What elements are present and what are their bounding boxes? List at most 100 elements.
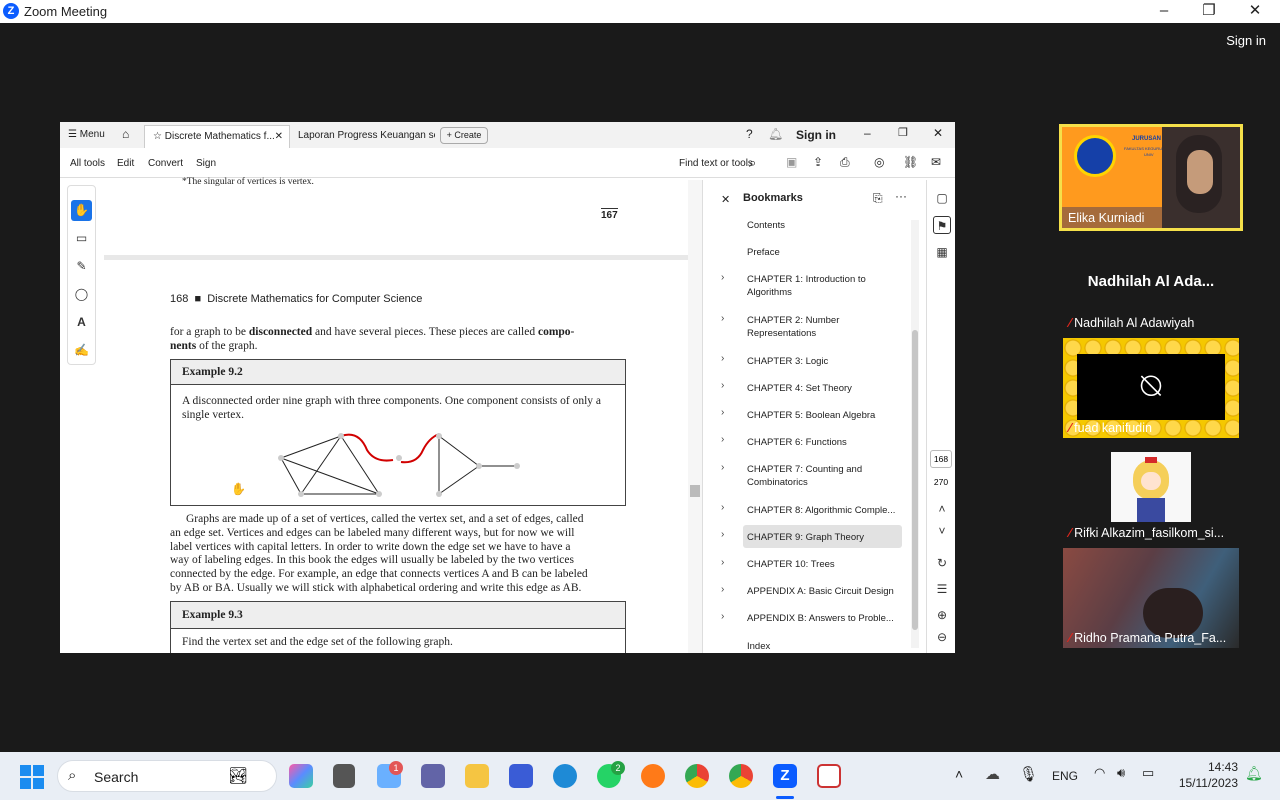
bookmark-preface[interactable]: Preface xyxy=(747,246,895,259)
battery-icon[interactable]: ▭ xyxy=(1142,765,1154,781)
print-icon[interactable]: ⎙ xyxy=(840,155,850,170)
upload-icon[interactable]: ⇪ xyxy=(813,155,823,169)
acrobat-minimize[interactable]: – xyxy=(864,126,871,140)
media-app-icon[interactable] xyxy=(509,764,533,788)
convert-button[interactable]: Convert xyxy=(148,158,183,169)
show-hidden-icons[interactable]: ˄ xyxy=(955,766,963,782)
create-button[interactable]: + Create xyxy=(440,127,488,144)
menu-button[interactable]: ☰ Menu xyxy=(68,129,105,140)
add-comment-icon[interactable]: ▭ xyxy=(71,228,92,249)
sign-pen-icon[interactable]: ✍ xyxy=(71,340,92,361)
edge-icon[interactable] xyxy=(553,764,577,788)
scroll-mode-icon[interactable]: ☰ xyxy=(933,580,951,598)
bookmark-appendix-a[interactable]: APPENDIX A: Basic Circuit Design xyxy=(747,585,895,598)
bookmark-contents[interactable]: Contents xyxy=(747,219,895,232)
refresh-icon[interactable]: ↻ xyxy=(933,554,951,572)
expand-chevron-icon[interactable]: › xyxy=(721,313,724,324)
acrobat-restore[interactable]: ❐ xyxy=(898,126,908,139)
notification-bell-icon[interactable]: 🔔︎ xyxy=(1245,765,1263,782)
bookmark-panel-icon[interactable]: ⚑ xyxy=(933,216,951,234)
windows-start-icon[interactable] xyxy=(20,765,44,789)
participant-tile-active-speaker[interactable]: JURUSAN PE FAKULTAS KEGURU UNIV Elika Ku… xyxy=(1059,124,1243,231)
document-scrollbar[interactable] xyxy=(688,180,702,653)
firefox-icon[interactable] xyxy=(641,764,665,788)
expand-chevron-icon[interactable]: › xyxy=(721,557,724,568)
close-button[interactable]: ✕ xyxy=(1232,0,1278,23)
volume-icon[interactable]: 🔊︎ xyxy=(1117,765,1125,781)
zoom-taskbar-icon[interactable]: Z xyxy=(773,764,797,788)
home-icon[interactable]: ⌂ xyxy=(122,127,129,141)
search-icon[interactable]: ⌕ xyxy=(749,155,756,171)
thumbnails-icon[interactable]: ▦ xyxy=(933,243,951,261)
page-down-icon[interactable]: ˅ xyxy=(933,522,951,540)
acrobat-close[interactable]: ✕ xyxy=(933,126,943,140)
zoom-out-icon[interactable]: ⊖ xyxy=(933,628,951,646)
all-tools-button[interactable]: All tools xyxy=(70,158,105,169)
acrobat-sign-in[interactable]: Sign in xyxy=(796,128,836,142)
expand-chevron-icon[interactable]: › xyxy=(721,502,724,513)
save-icon[interactable]: ▣ xyxy=(786,155,797,169)
participant-tile[interactable]: Nadhilah Al Ada... ⁄ Nadhilah Al Adawiyah xyxy=(1063,233,1239,333)
edit-button[interactable]: Edit xyxy=(117,158,134,169)
page-up-icon[interactable]: ˄ xyxy=(933,500,951,518)
expand-chevron-icon[interactable]: › xyxy=(721,611,724,622)
current-page-input[interactable]: 168 xyxy=(930,450,952,468)
teams-icon[interactable] xyxy=(421,764,445,788)
participant-tile[interactable]: ⁄ Rifki Alkazim_fasilkom_si... xyxy=(1063,443,1239,543)
draw-lasso-icon[interactable]: ◯ xyxy=(71,284,92,305)
bookmarks-scrollbar[interactable] xyxy=(911,220,919,648)
expand-chevron-icon[interactable]: › xyxy=(721,272,724,283)
bookmark-chapter-3[interactable]: CHAPTER 3: Logic xyxy=(747,355,895,368)
bookmark-chapter-4[interactable]: CHAPTER 4: Set Theory xyxy=(747,382,895,395)
text-select-icon[interactable]: A xyxy=(71,312,92,333)
taskbar-search[interactable]: ⌕ Search 🏞 xyxy=(57,760,277,792)
task-view-icon[interactable] xyxy=(333,764,355,788)
bookmark-chapter-6[interactable]: CHAPTER 6: Functions xyxy=(747,436,895,449)
language-indicator[interactable]: ENG xyxy=(1052,769,1078,783)
microphone-icon[interactable]: 🎙︎ xyxy=(1019,765,1038,783)
tab-laporan[interactable]: Laporan Progress Keuangan ses... xyxy=(290,125,435,148)
bookmark-chapter-10[interactable]: CHAPTER 10: Trees xyxy=(747,558,895,571)
maximize-button[interactable]: ❐ xyxy=(1186,0,1232,23)
help-icon[interactable]: ? xyxy=(746,127,753,141)
zoom-in-icon[interactable]: ⊕ xyxy=(933,606,951,624)
email-icon[interactable]: ✉ xyxy=(931,155,941,169)
hand-tool-icon[interactable]: ✋ xyxy=(71,200,92,221)
sign-button[interactable]: Sign xyxy=(196,158,216,169)
minimize-button[interactable]: – xyxy=(1141,0,1187,23)
expand-chevron-icon[interactable]: › xyxy=(721,353,724,364)
bookmark-chapter-7[interactable]: CHAPTER 7: Counting and Combinatorics xyxy=(747,463,895,489)
expand-chevron-icon[interactable]: › xyxy=(721,584,724,595)
bookmark-chapter-1[interactable]: CHAPTER 1: Introduction to Algorithms xyxy=(747,273,895,299)
link-icon[interactable]: ⛓ xyxy=(903,155,918,169)
expand-chevron-icon[interactable]: › xyxy=(721,434,724,445)
more-options-icon[interactable]: ··· xyxy=(895,189,907,203)
bookmark-appendix-b[interactable]: APPENDIX B: Answers to Proble... xyxy=(747,612,895,625)
expand-chevron-icon[interactable]: › xyxy=(721,407,724,418)
highlight-pen-icon[interactable]: ✎ xyxy=(71,256,92,277)
clock[interactable]: 14:43 15/11/2023 xyxy=(1172,760,1238,790)
add-bookmark-icon[interactable]: ⎘ xyxy=(873,191,883,206)
bookmark-chapter-2[interactable]: CHAPTER 2: Number Representations xyxy=(747,314,895,340)
copilot-icon[interactable] xyxy=(289,764,313,788)
snipping-tool-icon[interactable] xyxy=(817,764,841,788)
find-text-input[interactable]: Find text or tools xyxy=(679,158,753,169)
chrome-profile-icon[interactable] xyxy=(729,764,753,788)
wifi-icon[interactable]: ◠ xyxy=(1094,765,1105,781)
zoom-sign-in-link[interactable]: Sign in xyxy=(1226,33,1266,48)
onedrive-icon[interactable]: ☁ xyxy=(985,765,1000,783)
expand-chevron-icon[interactable]: › xyxy=(721,462,724,473)
ai-assistant-icon[interactable]: ◎ xyxy=(874,155,884,169)
bookmark-chapter-5[interactable]: CHAPTER 5: Boolean Algebra xyxy=(747,409,895,422)
expand-chevron-icon[interactable]: › xyxy=(721,529,724,540)
chrome-icon[interactable] xyxy=(685,764,709,788)
bookmark-index[interactable]: Index xyxy=(747,640,895,653)
expand-chevron-icon[interactable]: › xyxy=(721,380,724,391)
file-explorer-icon[interactable] xyxy=(465,764,489,788)
bookmark-chapter-8[interactable]: CHAPTER 8: Algorithmic Comple... xyxy=(747,504,895,517)
participant-tile[interactable]: ⁄ Ridho Pramana Putra_Fa... xyxy=(1063,548,1239,648)
bell-icon[interactable]: 🔔︎ xyxy=(768,127,783,141)
close-panel-icon[interactable]: ✕ xyxy=(721,193,730,206)
close-tab-icon[interactable]: ✕ xyxy=(275,126,283,147)
participant-tile[interactable]: ⍉ ⁄ fuad kanifudin xyxy=(1063,338,1239,438)
